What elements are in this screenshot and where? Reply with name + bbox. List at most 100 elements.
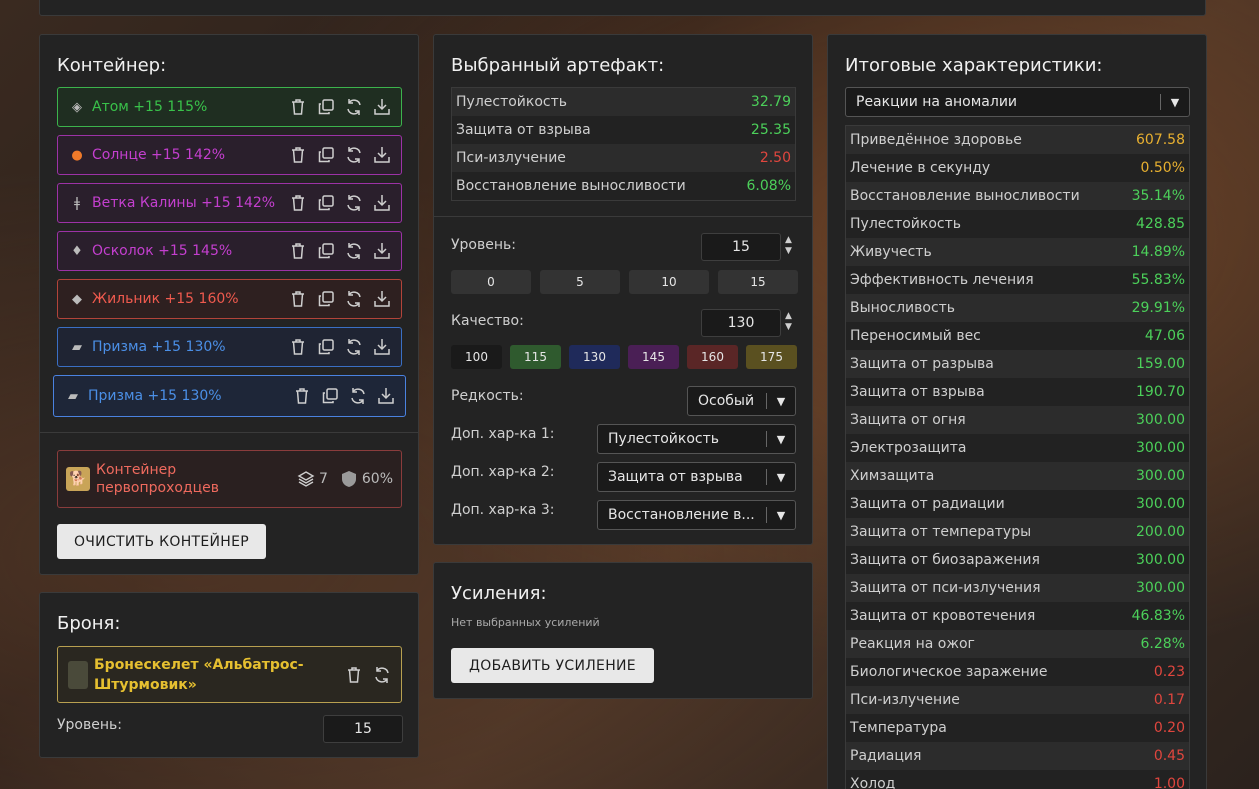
level-preset-button[interactable]: 5 bbox=[540, 270, 620, 294]
totals-row: Электрозащита 300.00 bbox=[846, 434, 1189, 462]
armor-item[interactable]: Бронескелет «Альбатрос- Штурмовик» bbox=[57, 646, 402, 703]
totals-label: Защита от разрыва bbox=[850, 356, 994, 372]
totals-row: Пулестойкость 428.85 bbox=[846, 210, 1189, 238]
artifact-item[interactable]: ♦ Осколок +15 145% bbox=[57, 231, 402, 271]
swap-icon[interactable] bbox=[345, 242, 363, 260]
totals-value: 300.00 bbox=[1136, 552, 1185, 568]
artifact-item[interactable]: ◆ Жильник +15 160% bbox=[57, 279, 402, 319]
artifact-item[interactable]: ǂ Ветка Калины +15 142% bbox=[57, 183, 402, 223]
clear-container-button[interactable]: ОЧИСТИТЬ КОНТЕЙНЕР bbox=[57, 524, 266, 559]
add-boost-button[interactable]: ДОБАВИТЬ УСИЛЕНИЕ bbox=[451, 648, 654, 683]
download-icon[interactable] bbox=[373, 338, 391, 356]
swap-icon[interactable] bbox=[345, 194, 363, 212]
totals-label: Выносливость bbox=[850, 300, 956, 316]
trash-icon[interactable] bbox=[289, 146, 307, 164]
totals-value: 29.91% bbox=[1131, 300, 1185, 316]
totals-filter-select[interactable]: Реакции на аномалии ▼ bbox=[845, 87, 1190, 117]
totals-label: Температура bbox=[850, 720, 947, 736]
copy-icon[interactable] bbox=[317, 98, 335, 116]
copy-icon[interactable] bbox=[317, 194, 335, 212]
level-input[interactable]: 15 bbox=[701, 233, 781, 261]
rarity-value: Особый bbox=[698, 393, 755, 409]
quality-preset-button[interactable]: 160 bbox=[687, 345, 738, 369]
totals-label: Защита от огня bbox=[850, 412, 966, 428]
quality-preset-button[interactable]: 130 bbox=[569, 345, 620, 369]
download-icon[interactable] bbox=[373, 98, 391, 116]
level-label: Уровень: bbox=[451, 237, 516, 253]
trash-icon[interactable] bbox=[293, 387, 311, 405]
download-icon[interactable] bbox=[373, 194, 391, 212]
artifact-name: Осколок +15 145% bbox=[92, 243, 233, 259]
totals-label: Реакция на ожог bbox=[850, 636, 975, 652]
copy-icon[interactable] bbox=[317, 242, 335, 260]
swap-icon[interactable] bbox=[345, 98, 363, 116]
totals-filter-value: Реакции на аномалии bbox=[856, 94, 1018, 110]
extra2-value: Защита от взрыва bbox=[608, 469, 743, 485]
swap-icon[interactable] bbox=[345, 338, 363, 356]
container-title: Контейнер: bbox=[57, 55, 167, 76]
download-icon[interactable] bbox=[373, 242, 391, 260]
swap-icon[interactable] bbox=[349, 387, 367, 405]
totals-value: 46.83% bbox=[1131, 608, 1185, 624]
quality-stepper[interactable]: ▲ ▼ bbox=[785, 311, 792, 333]
totals-value: 428.85 bbox=[1136, 216, 1185, 232]
copy-icon[interactable] bbox=[317, 290, 335, 308]
swap-icon[interactable] bbox=[345, 146, 363, 164]
totals-value: 607.58 bbox=[1136, 132, 1185, 148]
stat-label: Восстановление выносливости bbox=[456, 178, 686, 194]
totals-label: Переносимый вес bbox=[850, 328, 981, 344]
totals-label: Биологическое заражение bbox=[850, 664, 1048, 680]
trash-icon[interactable] bbox=[289, 338, 307, 356]
quality-preset-button[interactable]: 115 bbox=[510, 345, 561, 369]
extra3-select[interactable]: Восстановление в... ▼ bbox=[597, 500, 796, 530]
download-icon[interactable] bbox=[377, 387, 395, 405]
prism-icon: ▰ bbox=[68, 388, 78, 404]
artifact-name: Солнце +15 142% bbox=[92, 147, 226, 163]
stat-row: Восстановление выносливости 6.08% bbox=[452, 172, 795, 200]
artifact-title: Выбранный артефакт: bbox=[451, 55, 665, 76]
swap-icon[interactable] bbox=[373, 666, 391, 684]
quality-preset-button[interactable]: 175 bbox=[746, 345, 797, 369]
container-panel: Контейнер: ◈ Атом +15 115% ● Солнце +15 142… bbox=[39, 34, 419, 575]
sun-icon: ● bbox=[71, 147, 83, 163]
totals-label: Приведённое здоровье bbox=[850, 132, 1022, 148]
totals-row: Биологическое заражение 0.23 bbox=[846, 658, 1189, 686]
level-preset-button[interactable]: 15 bbox=[718, 270, 798, 294]
totals-label: Защита от пси-излучения bbox=[850, 580, 1041, 596]
extra1-select[interactable]: Пулестойкость ▼ bbox=[597, 424, 796, 454]
download-icon[interactable] bbox=[373, 290, 391, 308]
totals-label: Защита от взрыва bbox=[850, 384, 985, 400]
artifact-item[interactable]: ▰ Призма +15 130% bbox=[53, 375, 406, 417]
artifact-item[interactable]: ▰ Призма +15 130% bbox=[57, 327, 402, 367]
trash-icon[interactable] bbox=[289, 98, 307, 116]
artifact-item[interactable]: ● Солнце +15 142% bbox=[57, 135, 402, 175]
artifact-stats-table: Пулестойкость 32.79 Защита от взрыва 25.35 П… bbox=[451, 87, 796, 201]
copy-icon[interactable] bbox=[317, 146, 335, 164]
armor-level-input[interactable]: 15 bbox=[323, 715, 403, 743]
download-icon[interactable] bbox=[373, 146, 391, 164]
copy-icon[interactable] bbox=[321, 387, 339, 405]
swap-icon[interactable] bbox=[345, 290, 363, 308]
trash-icon[interactable] bbox=[345, 666, 363, 684]
level-stepper[interactable]: ▲ ▼ bbox=[785, 235, 792, 257]
totals-table: Приведённое здоровье 607.58 Лечение в секу… bbox=[845, 125, 1190, 789]
extra2-select[interactable]: Защита от взрыва ▼ bbox=[597, 462, 796, 492]
stat-value: 2.50 bbox=[759, 150, 791, 166]
quality-preset-button[interactable]: 145 bbox=[628, 345, 679, 369]
rarity-select[interactable]: Особый ▼ bbox=[687, 386, 796, 416]
level-preset-button[interactable]: 10 bbox=[629, 270, 709, 294]
quality-preset-button[interactable]: 100 bbox=[451, 345, 502, 369]
trash-icon[interactable] bbox=[289, 290, 307, 308]
trash-icon[interactable] bbox=[289, 242, 307, 260]
extra2-label: Доп. хар-ка 2: bbox=[451, 464, 555, 480]
artifact-item[interactable]: ◈ Атом +15 115% bbox=[57, 87, 402, 127]
chevron-down-icon: ▼ bbox=[776, 432, 786, 446]
trash-icon[interactable] bbox=[289, 194, 307, 212]
quality-input[interactable]: 130 bbox=[701, 309, 781, 337]
copy-icon[interactable] bbox=[317, 338, 335, 356]
stat-row: Защита от взрыва 25.35 bbox=[452, 116, 795, 144]
totals-value: 6.28% bbox=[1140, 636, 1185, 652]
totals-row: Защита от взрыва 190.70 bbox=[846, 378, 1189, 406]
level-preset-button[interactable]: 0 bbox=[451, 270, 531, 294]
container-item[interactable]: 🐕 Контейнер первопроходцев 7 60% bbox=[57, 450, 402, 508]
